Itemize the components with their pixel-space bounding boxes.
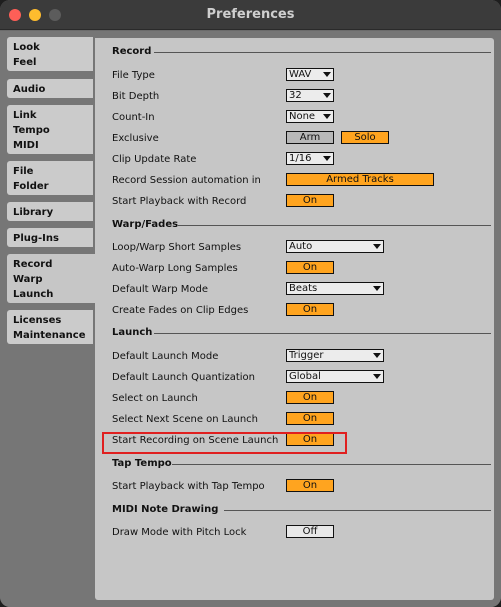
section-warp-header: Warp/Fades xyxy=(112,219,491,230)
default-launch-mode-select[interactable]: Trigger xyxy=(286,349,384,362)
clip-update-rate-value: 1/16 xyxy=(289,153,312,164)
default-launch-quantization-label: Default Launch Quantization xyxy=(112,372,256,383)
count-in-label: Count-In xyxy=(112,112,155,123)
pitch-lock-toggle[interactable]: Off xyxy=(286,525,334,538)
default-launch-quantization-select[interactable]: Global xyxy=(286,370,384,383)
tab-label: Look xyxy=(13,42,40,53)
tab-plug-ins[interactable]: Plug-Ins xyxy=(7,228,93,247)
default-warp-mode-label: Default Warp Mode xyxy=(112,284,208,295)
tab-file-folder[interactable]: File Folder xyxy=(7,161,93,195)
tab-library[interactable]: Library xyxy=(7,202,93,221)
clip-update-rate-select[interactable]: 1/16 xyxy=(286,152,334,165)
loop-warp-select[interactable]: Auto xyxy=(286,240,384,253)
tab-label: MIDI xyxy=(13,140,39,151)
section-title: Record xyxy=(112,46,152,57)
chevron-down-icon xyxy=(373,286,381,291)
default-warp-mode-value: Beats xyxy=(289,283,318,294)
create-fades-toggle[interactable]: On xyxy=(286,303,334,316)
section-divider xyxy=(154,52,491,53)
start-playback-tap-toggle[interactable]: On xyxy=(286,479,334,492)
default-launch-mode-value: Trigger xyxy=(289,350,324,361)
clip-update-rate-label: Clip Update Rate xyxy=(112,154,197,165)
chevron-down-icon xyxy=(323,93,331,98)
loop-warp-label: Loop/Warp Short Samples xyxy=(112,242,242,253)
chevron-down-icon xyxy=(373,353,381,358)
count-in-select[interactable]: None xyxy=(286,110,334,123)
section-title: Launch xyxy=(112,327,153,338)
pitch-lock-label: Draw Mode with Pitch Lock xyxy=(112,527,247,538)
exclusive-solo-button[interactable]: Solo xyxy=(341,131,389,144)
tab-label: Maintenance xyxy=(13,330,86,341)
exclusive-label: Exclusive xyxy=(112,133,159,144)
section-record-header: Record xyxy=(112,46,491,57)
select-on-launch-label: Select on Launch xyxy=(112,393,198,404)
section-midi-note-drawing-header: MIDI Note Drawing xyxy=(112,504,491,515)
start-playback-tap-label: Start Playback with Tap Tempo xyxy=(112,481,265,492)
tab-link-tempo-midi[interactable]: Link Tempo MIDI xyxy=(7,105,93,154)
select-next-scene-label: Select Next Scene on Launch xyxy=(112,414,259,425)
file-type-value: WAV xyxy=(289,69,312,80)
section-title: MIDI Note Drawing xyxy=(112,504,219,515)
tab-label: Tempo xyxy=(13,125,50,136)
bit-depth-select[interactable]: 32 xyxy=(286,89,334,102)
start-playback-record-label: Start Playback with Record xyxy=(112,196,247,207)
exclusive-arm-button[interactable]: Arm xyxy=(286,131,334,144)
section-title: Warp/Fades xyxy=(112,219,179,230)
tab-label: Warp xyxy=(13,274,43,285)
default-launch-quantization-value: Global xyxy=(289,371,321,382)
default-warp-mode-select[interactable]: Beats xyxy=(286,282,384,295)
tab-label: Library xyxy=(13,207,54,218)
highlight-box xyxy=(102,432,347,454)
section-launch-header: Launch xyxy=(112,327,491,338)
session-automation-button[interactable]: Armed Tracks xyxy=(286,173,434,186)
tab-label: File xyxy=(13,166,34,177)
tab-record-warp-launch[interactable]: Record Warp Launch xyxy=(7,254,97,303)
tab-label: Folder xyxy=(13,181,49,192)
tab-label: Audio xyxy=(13,84,46,95)
tab-licenses-maintenance[interactable]: Licenses Maintenance xyxy=(7,310,93,344)
tab-label: Record xyxy=(13,259,53,270)
section-divider xyxy=(172,464,491,465)
file-type-label: File Type xyxy=(112,70,155,81)
file-type-select[interactable]: WAV xyxy=(286,68,334,81)
bit-depth-value: 32 xyxy=(289,90,302,101)
tab-audio[interactable]: Audio xyxy=(7,79,93,98)
select-next-scene-toggle[interactable]: On xyxy=(286,412,334,425)
section-title: Tap Tempo xyxy=(112,458,172,469)
tab-label: Launch xyxy=(13,289,54,300)
window-title: Preferences xyxy=(206,7,295,22)
create-fades-label: Create Fades on Clip Edges xyxy=(112,305,249,316)
section-divider xyxy=(154,333,491,334)
default-launch-mode-label: Default Launch Mode xyxy=(112,351,219,362)
auto-warp-toggle[interactable]: On xyxy=(286,261,334,274)
tab-label: Link xyxy=(13,110,37,121)
bit-depth-label: Bit Depth xyxy=(112,91,160,102)
session-automation-label: Record Session automation in xyxy=(112,175,261,186)
tab-label: Plug-Ins xyxy=(13,233,59,244)
section-tap-tempo-header: Tap Tempo xyxy=(112,458,491,469)
preferences-window: Preferences Look Feel Audio Link Tempo M… xyxy=(0,0,501,607)
chevron-down-icon xyxy=(373,244,381,249)
section-divider xyxy=(224,510,491,511)
chevron-down-icon xyxy=(373,374,381,379)
loop-warp-value: Auto xyxy=(289,241,313,252)
section-divider xyxy=(178,225,491,226)
chevron-down-icon xyxy=(323,156,331,161)
select-on-launch-toggle[interactable]: On xyxy=(286,391,334,404)
tab-look-feel[interactable]: Look Feel xyxy=(7,37,93,71)
tab-label: Licenses xyxy=(13,315,62,326)
start-playback-record-toggle[interactable]: On xyxy=(286,194,334,207)
chevron-down-icon xyxy=(323,72,331,77)
tab-label: Feel xyxy=(13,57,37,68)
auto-warp-label: Auto-Warp Long Samples xyxy=(112,263,238,274)
chevron-down-icon xyxy=(323,114,331,119)
title-bar: Preferences xyxy=(0,0,501,30)
count-in-value: None xyxy=(289,111,316,122)
